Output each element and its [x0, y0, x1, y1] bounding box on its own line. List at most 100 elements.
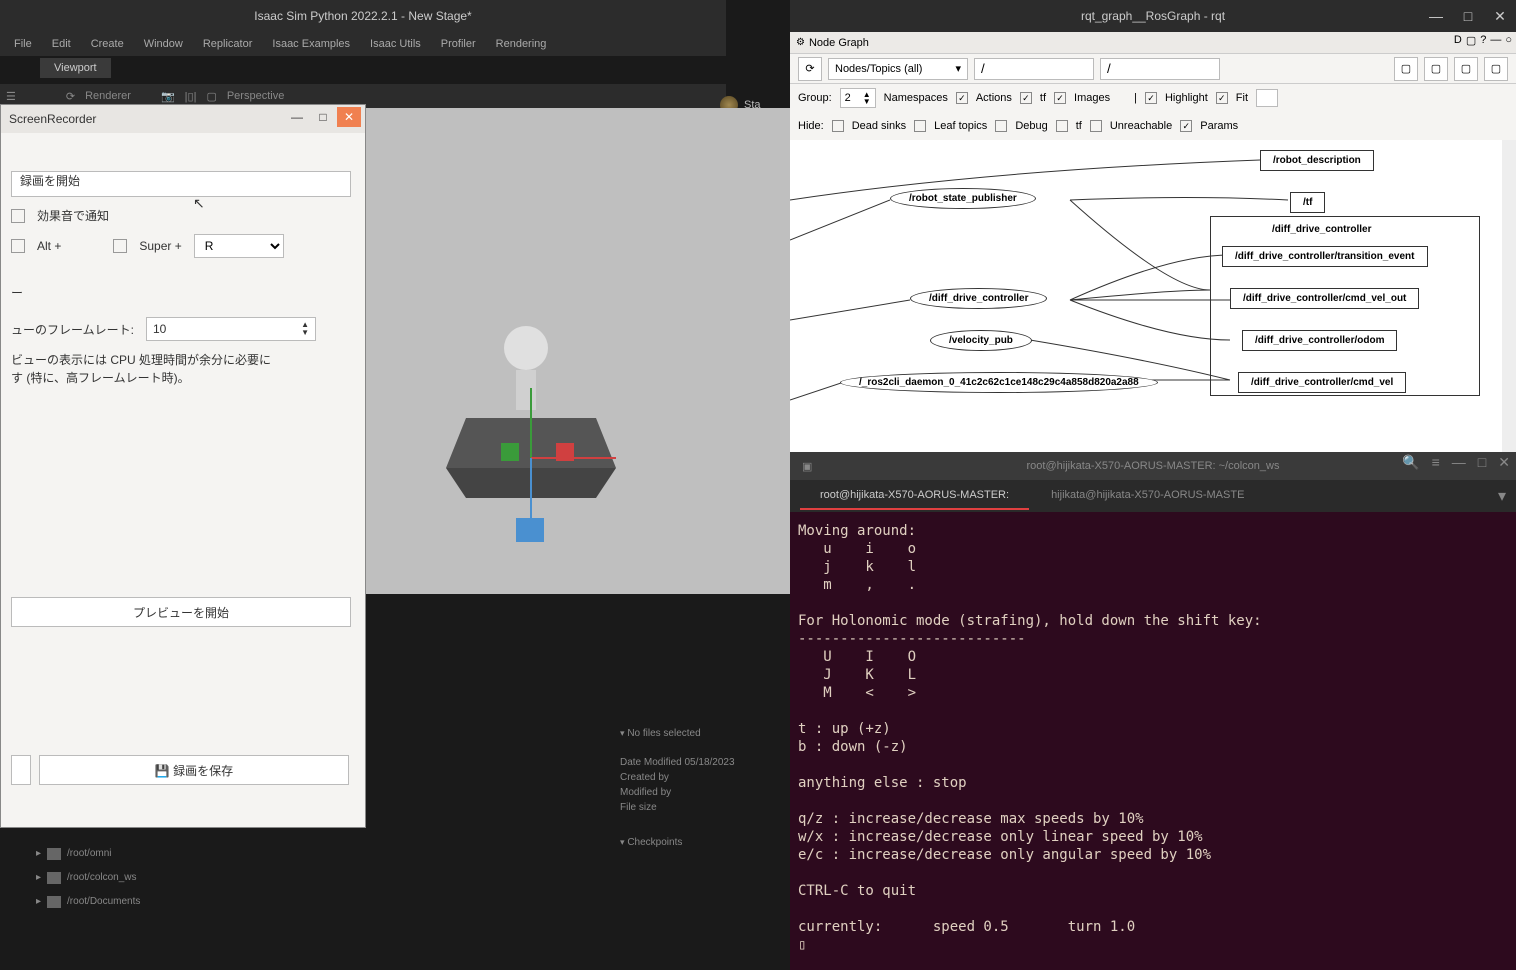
rqt-options-row-1: Group: 2▲▼ Namespaces Actions tf Images … [790, 84, 1516, 112]
topic-tf[interactable]: /tf [1290, 192, 1325, 213]
maximize-button[interactable]: □ [311, 107, 335, 127]
group-spinner[interactable]: 2▲▼ [840, 88, 876, 108]
menu-rendering[interactable]: Rendering [488, 36, 555, 52]
isaac-3d-viewport[interactable] [366, 108, 790, 594]
record-start-input[interactable]: 録画を開始 ↖ [11, 171, 351, 197]
images-checkbox[interactable] [1054, 92, 1066, 104]
date-modified: Date Modified 05/18/2023 [620, 755, 790, 770]
debug-checkbox[interactable] [995, 120, 1007, 132]
modified-by: Modified by [620, 785, 790, 800]
terminal-output[interactable]: Moving around: u i o j k l m , . For Hol… [790, 512, 1516, 964]
sub-item[interactable]: ☰ [6, 90, 16, 103]
menu-isaac-examples[interactable]: Isaac Examples [264, 36, 358, 52]
screenrecorder-titlebar[interactable]: ScreenRecorder — □ ✕ [1, 105, 365, 133]
menu-file[interactable]: File [6, 36, 40, 52]
rqt-panel: ⚙ Node Graph D ▢ ? — ○ ⟳ Nodes/Topics (a… [790, 32, 1516, 452]
unreachable-checkbox[interactable] [1090, 120, 1102, 132]
topic-transition[interactable]: /diff_drive_controller/transition_event [1222, 246, 1428, 267]
scrollbar[interactable] [1502, 140, 1516, 452]
tab-btn[interactable]: ? [1480, 34, 1486, 47]
tab-btn[interactable]: ▢ [1466, 34, 1476, 47]
tb-button[interactable]: ▢ [1424, 57, 1448, 81]
topic-odom[interactable]: /diff_drive_controller/odom [1242, 330, 1397, 351]
save-button[interactable]: 💾 録画を保存 [39, 755, 349, 785]
perspective-dropdown[interactable]: Perspective [227, 90, 284, 102]
leaf-topics-checkbox[interactable] [914, 120, 926, 132]
menu-window[interactable]: Window [136, 36, 191, 52]
framerate-label: ューのフレームレート: [11, 321, 134, 338]
menu-replicator[interactable]: Replicator [195, 36, 261, 52]
tb-button[interactable]: ▢ [1454, 57, 1478, 81]
viewport-tab[interactable]: Viewport [40, 58, 111, 78]
preview-button[interactable]: プレビューを開始 [11, 597, 351, 627]
node-ros2cli-daemon[interactable]: /_ros2cli_daemon_0_41c2c62c1ce148c29c4a8… [840, 372, 1158, 393]
fit-label: Fit [1236, 92, 1248, 104]
color-swatch[interactable] [1256, 89, 1278, 107]
highlight-label: Highlight [1165, 92, 1208, 104]
close-button[interactable]: ✕ [337, 107, 361, 127]
node-robot-state-publisher[interactable]: /robot_state_publisher [890, 188, 1036, 209]
tab-btn[interactable]: D [1454, 34, 1462, 47]
menu-icon[interactable]: ≡ [1432, 454, 1440, 471]
minimize-button[interactable]: — [285, 107, 309, 127]
filter-1-input[interactable] [974, 58, 1094, 80]
hotkey-select[interactable]: R [194, 234, 284, 258]
highlight-checkbox[interactable] [1145, 92, 1157, 104]
dead-sinks-checkbox[interactable] [832, 120, 844, 132]
camera-icon[interactable]: 📷 [161, 90, 175, 103]
params-checkbox[interactable] [1180, 120, 1192, 132]
topic-cmd-vel-out[interactable]: /diff_drive_controller/cmd_vel_out [1230, 288, 1419, 309]
alt-label: Alt + [37, 239, 61, 253]
search-icon[interactable]: 🔍 [1402, 454, 1419, 471]
renderer-dropdown[interactable]: Renderer [85, 90, 131, 102]
maximize-button[interactable]: □ [1478, 454, 1486, 471]
tf-checkbox[interactable] [1020, 92, 1032, 104]
terminal-tab-2[interactable]: hijikata@hijikata-X570-AORUS-MASTE [1031, 482, 1264, 510]
extra-button[interactable] [11, 755, 31, 785]
terminal-tab-1[interactable]: root@hijikata-X570-AORUS-MASTER: [800, 482, 1029, 510]
menu-profiler[interactable]: Profiler [433, 36, 484, 52]
topic-cmd-vel[interactable]: /diff_drive_controller/cmd_vel [1238, 372, 1406, 393]
alt-checkbox[interactable] [11, 239, 25, 253]
menu-isaac-utils[interactable]: Isaac Utils [362, 36, 429, 52]
start-label: 録画を開始 [20, 174, 80, 188]
mode-dropdown[interactable]: Nodes/Topics (all)▾ [828, 58, 968, 80]
close-button[interactable]: ✕ [1488, 6, 1512, 26]
rqt-titlebar: rqt_graph__RosGraph - rqt — □ ✕ [790, 0, 1516, 32]
tb-button[interactable]: ▢ [1394, 57, 1418, 81]
tb-button[interactable]: ▢ [1484, 57, 1508, 81]
node-diff-drive-controller[interactable]: /diff_drive_controller [910, 288, 1047, 309]
maximize-button[interactable]: □ [1456, 6, 1480, 26]
node-velocity-pub[interactable]: /velocity_pub [930, 330, 1032, 351]
section-divider: ー [11, 284, 355, 301]
fit-checkbox[interactable] [1216, 92, 1228, 104]
sub-item[interactable]: ⟳ [66, 90, 75, 103]
rqt-tab-bar: ⚙ Node Graph D ▢ ? — ○ [790, 32, 1516, 54]
file-row[interactable]: ▸/root/omni [16, 842, 356, 866]
menu-edit[interactable]: Edit [44, 36, 79, 52]
close-button[interactable]: ✕ [1498, 454, 1510, 471]
rqt-graph-canvas[interactable]: /robot_state_publisher /diff_drive_contr… [790, 140, 1512, 452]
topic-robot-description[interactable]: /robot_description [1260, 150, 1374, 171]
menu-create[interactable]: Create [83, 36, 132, 52]
file-row[interactable]: ▸/root/colcon_ws [16, 866, 356, 890]
actions-checkbox[interactable] [956, 92, 968, 104]
framerate-spinner[interactable]: 10 ▲▼ [146, 317, 316, 341]
sub-item[interactable]: |▯| [185, 90, 197, 103]
refresh-button[interactable]: ⟳ [798, 57, 822, 81]
sub-item[interactable]: ▢ [206, 90, 216, 103]
file-row[interactable]: ▸/root/Documents [16, 890, 356, 914]
notify-checkbox[interactable] [11, 209, 25, 223]
tf-hide-checkbox[interactable] [1056, 120, 1068, 132]
tab-btn[interactable]: ○ [1505, 34, 1512, 47]
minimize-button[interactable]: — [1424, 6, 1448, 26]
filter-2-input[interactable] [1100, 58, 1220, 80]
tab-btn[interactable]: — [1490, 34, 1501, 47]
rqt-title: rqt_graph__RosGraph - rqt [1081, 9, 1225, 23]
terminal-titlebar[interactable]: ▣ root@hijikata-X570-AORUS-MASTER: ~/col… [790, 452, 1516, 480]
super-checkbox[interactable] [113, 239, 127, 253]
checkpoints-label: Checkpoints [627, 837, 682, 848]
rqt-tab-label[interactable]: Node Graph [809, 37, 869, 49]
tab-dropdown[interactable]: ▾ [1498, 486, 1506, 506]
minimize-button[interactable]: — [1452, 454, 1466, 471]
